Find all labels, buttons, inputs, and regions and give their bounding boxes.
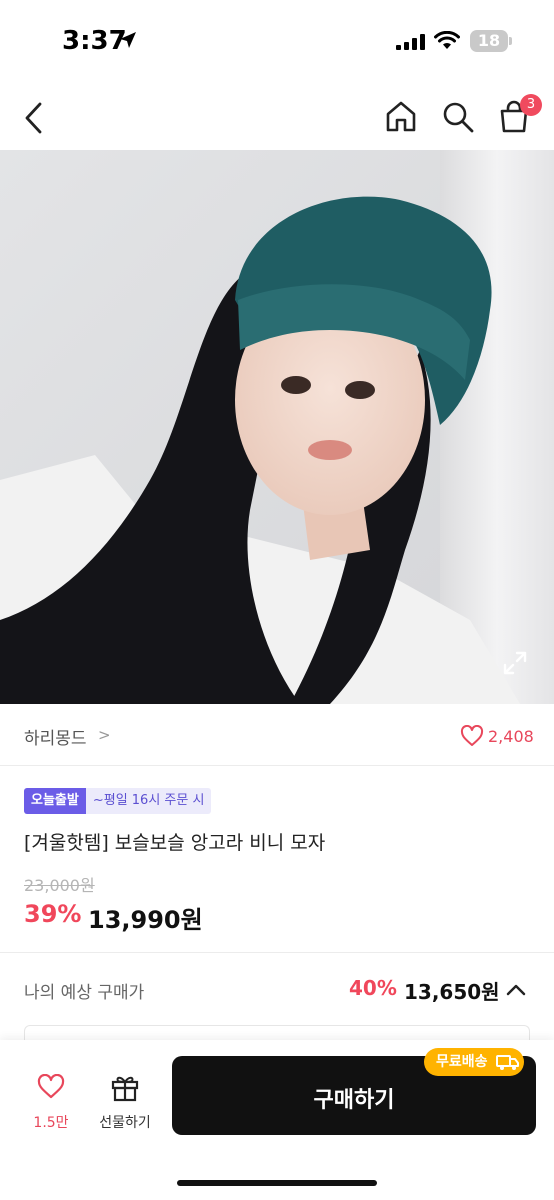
nav-bar: 3 [0,86,554,150]
chevron-right-icon: > [98,726,111,744]
cellular-signal-icon [396,34,425,50]
chevron-up-icon[interactable] [504,978,528,1002]
back-icon[interactable] [20,100,50,136]
heart-icon [37,1074,65,1099]
wifi-icon [434,31,460,49]
product-photo [0,150,554,704]
search-icon[interactable] [441,100,475,134]
wish-count: 1.5만 [33,1115,69,1131]
section-divider [0,952,554,953]
expand-fullscreen-icon[interactable] [502,650,528,676]
delivery-badge: 오늘출발 ~평일 16시 주문 시 [24,788,212,814]
gift-button[interactable]: 선물하기 [92,1066,158,1136]
discount-rate: 39% [24,900,82,928]
today-shipping-label: 오늘출발 [24,788,86,814]
gift-label: 선물하기 [99,1115,151,1131]
like-count: 2,408 [488,727,534,746]
status-bar: 3:37 18 [0,0,554,80]
brand-row: 하리몽드 > 2,408 [0,704,554,766]
battery-tip [509,37,512,45]
original-price: 23,000원 [24,876,95,895]
cart-count-badge: 3 [520,94,542,116]
heart-icon[interactable] [460,725,484,747]
home-icon[interactable] [384,100,418,134]
location-arrow-icon [120,32,136,48]
gift-icon [111,1076,139,1102]
expected-discount-rate: 40% [349,976,397,1000]
wish-button[interactable]: 1.5만 [24,1066,78,1136]
status-time: 3:37 [62,26,127,56]
truck-icon [496,1055,519,1070]
product-image[interactable] [0,150,554,704]
brand-link[interactable]: 하리몽드 [24,724,87,749]
sale-price: 13,990원 [88,906,203,934]
buy-button-label: 구매하기 [313,1088,395,1113]
expected-price-label: 나의 예상 구매가 [24,983,145,1003]
expected-price: 13,650원 [404,980,500,1004]
shipping-condition: ~평일 16시 주문 시 [85,788,212,814]
product-title: [겨울핫템] 보슬보슬 앙고라 비니 모자 [24,832,326,854]
home-indicator [177,1180,377,1186]
battery-icon: 18 [470,30,508,52]
